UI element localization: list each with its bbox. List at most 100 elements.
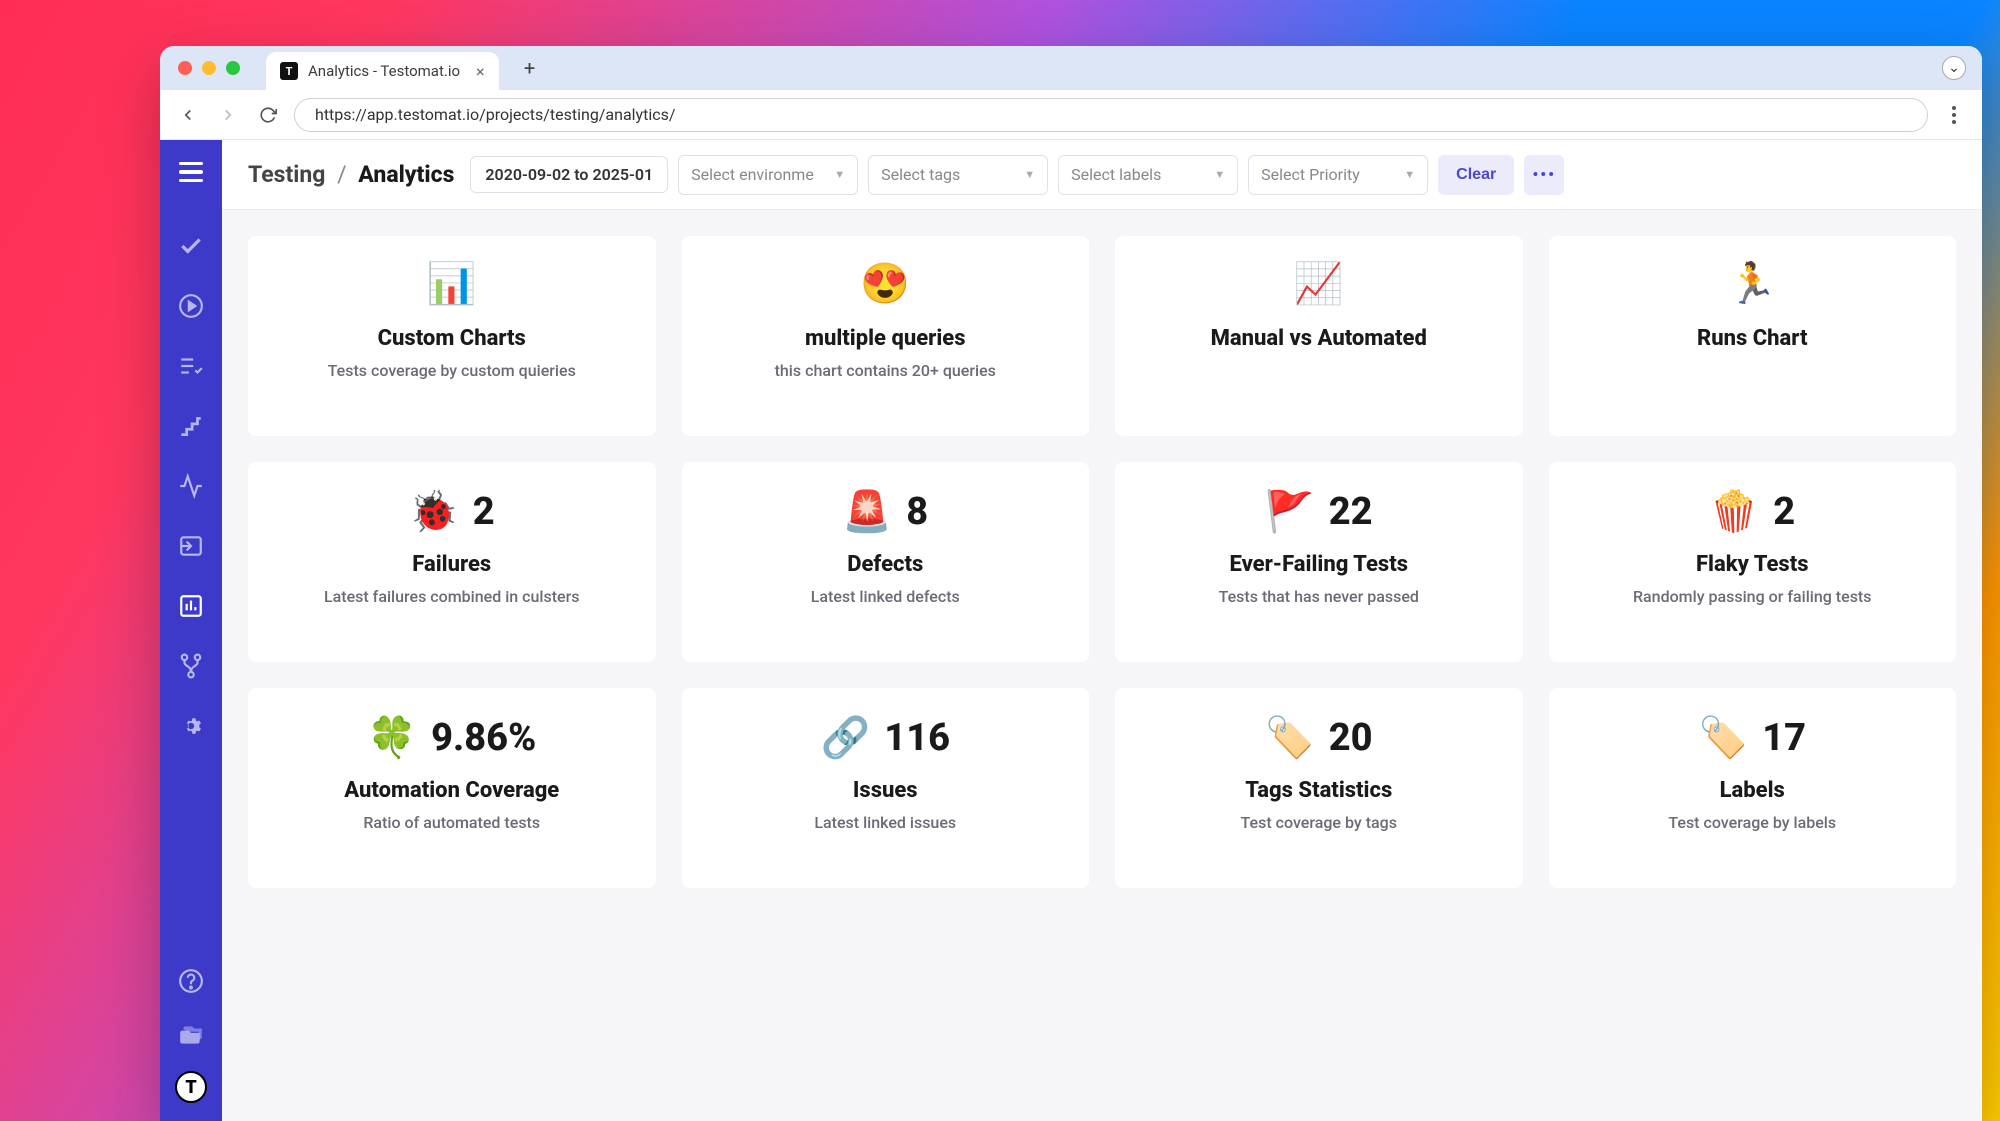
analytics-cards-grid: 📊 Custom Charts Tests coverage by custom… (222, 210, 1982, 914)
card-value: 2 (1773, 490, 1795, 534)
labels-filter[interactable]: Select labels ▼ (1058, 155, 1238, 195)
chevron-down-icon: ▼ (1024, 168, 1035, 181)
sidebar-item-runs[interactable] (173, 288, 209, 324)
bar-chart-icon: 📊 (427, 264, 477, 304)
branch-icon (178, 653, 204, 679)
browser-window: T Analytics - Testomat.io × + ⌄ https://… (160, 46, 1982, 1121)
breadcrumb-parent[interactable]: Testing (248, 161, 325, 188)
tab-title: Analytics - Testomat.io (308, 62, 460, 80)
reload-button[interactable] (254, 101, 282, 129)
card-runs-chart[interactable]: 🏃 Runs Chart (1549, 236, 1957, 436)
check-icon (178, 233, 204, 259)
tab-close-button[interactable]: × (476, 62, 485, 81)
card-subtitle: Randomly passing or failing tests (1633, 587, 1872, 606)
card-tags-statistics[interactable]: 🏷️ 20 Tags Statistics Test coverage by t… (1115, 688, 1523, 888)
environment-filter[interactable]: Select environme ▼ (678, 155, 858, 195)
labels-filter-placeholder: Select labels (1071, 165, 1161, 184)
card-value: 9.86% (431, 716, 536, 760)
window-maximize-button[interactable] (226, 61, 240, 75)
card-value: 8 (906, 490, 928, 534)
clear-filters-button[interactable]: Clear (1438, 155, 1514, 195)
card-subtitle: Tests coverage by custom quieries (328, 361, 576, 380)
main-content: Testing / Analytics 2020-09-02 to 2025-0… (222, 140, 1982, 1121)
card-multiple-queries[interactable]: 😍 multiple queries this chart contains 2… (682, 236, 1090, 436)
priority-filter[interactable]: Select Priority ▼ (1248, 155, 1428, 195)
browser-tab[interactable]: T Analytics - Testomat.io × (266, 52, 499, 90)
tabs-dropdown-button[interactable]: ⌄ (1942, 56, 1966, 80)
card-value: 22 (1329, 490, 1373, 534)
link-icon: 🔗 (820, 718, 870, 758)
siren-icon: 🚨 (842, 492, 892, 532)
chart-up-icon: 📈 (1294, 264, 1344, 304)
card-ever-failing[interactable]: 🚩 22 Ever-Failing Tests Tests that has n… (1115, 462, 1523, 662)
card-title: Ever-Failing Tests (1230, 552, 1409, 577)
label-icon: 🏷️ (1698, 718, 1748, 758)
sidebar-item-help[interactable] (173, 963, 209, 999)
app-logo[interactable]: T (175, 1071, 207, 1103)
card-defects[interactable]: 🚨 8 Defects Latest linked defects (682, 462, 1090, 662)
card-issues[interactable]: 🔗 116 Issues Latest linked issues (682, 688, 1090, 888)
runner-icon: 🏃 (1727, 264, 1777, 304)
popcorn-icon: 🍿 (1709, 492, 1759, 532)
card-title: Defects (847, 552, 923, 577)
card-value: 116 (884, 716, 950, 760)
card-automation-coverage[interactable]: 🍀 9.86% Automation Coverage Ratio of aut… (248, 688, 656, 888)
card-subtitle: Latest failures combined in culsters (324, 587, 580, 606)
card-title: Flaky Tests (1696, 552, 1809, 577)
flag-icon: 🚩 (1265, 492, 1315, 532)
new-tab-button[interactable]: + (515, 53, 545, 83)
card-title: Failures (412, 552, 491, 577)
sidebar-item-tests[interactable] (173, 228, 209, 264)
sidebar-item-branches[interactable] (173, 648, 209, 684)
back-button[interactable] (174, 101, 202, 129)
breadcrumb-current: Analytics (358, 161, 454, 188)
page-header: Testing / Analytics 2020-09-02 to 2025-0… (222, 140, 1982, 210)
card-subtitle: Latest linked defects (811, 587, 960, 606)
card-title: Custom Charts (378, 326, 526, 351)
more-actions-button[interactable]: ••• (1524, 155, 1564, 195)
sidebar-item-settings[interactable] (173, 708, 209, 744)
card-custom-charts[interactable]: 📊 Custom Charts Tests coverage by custom… (248, 236, 656, 436)
chevron-down-icon: ▼ (834, 168, 845, 181)
card-value: 2 (473, 490, 495, 534)
card-failures[interactable]: 🐞 2 Failures Latest failures combined in… (248, 462, 656, 662)
forward-button[interactable] (214, 101, 242, 129)
card-flaky-tests[interactable]: 🍿 2 Flaky Tests Randomly passing or fail… (1549, 462, 1957, 662)
sidebar-item-analytics[interactable] (173, 588, 209, 624)
card-title: Labels (1720, 778, 1785, 803)
window-controls (178, 61, 240, 75)
card-subtitle: Latest linked issues (814, 813, 956, 832)
tags-filter[interactable]: Select tags ▼ (868, 155, 1048, 195)
sidebar-menu-toggle[interactable] (173, 154, 209, 190)
sidebar-item-steps[interactable] (173, 408, 209, 444)
folders-icon (178, 1022, 204, 1048)
gear-icon (178, 713, 204, 739)
sidebar-item-pulse[interactable] (173, 468, 209, 504)
import-icon (178, 533, 204, 559)
environment-filter-placeholder: Select environme (691, 165, 814, 184)
window-minimize-button[interactable] (202, 61, 216, 75)
sidebar: T (160, 140, 222, 1121)
tag-icon: 🏷️ (1265, 718, 1315, 758)
card-labels[interactable]: 🏷️ 17 Labels Test coverage by labels (1549, 688, 1957, 888)
window-close-button[interactable] (178, 61, 192, 75)
date-range-picker[interactable]: 2020-09-02 to 2025-01 (470, 156, 668, 193)
browser-menu-button[interactable] (1940, 106, 1968, 124)
sidebar-item-import[interactable] (173, 528, 209, 564)
chart-icon (178, 593, 204, 619)
card-manual-vs-automated[interactable]: 📈 Manual vs Automated (1115, 236, 1523, 436)
priority-filter-placeholder: Select Priority (1261, 165, 1360, 184)
hamburger-icon (179, 162, 203, 183)
card-value: 20 (1329, 716, 1373, 760)
url-bar[interactable]: https://app.testomat.io/projects/testing… (294, 98, 1928, 132)
bug-icon: 🐞 (409, 492, 459, 532)
breadcrumb: Testing / Analytics (248, 161, 454, 188)
heart-eyes-icon: 😍 (860, 264, 910, 304)
card-subtitle: Tests that has never passed (1219, 587, 1419, 606)
card-title: Runs Chart (1697, 326, 1808, 351)
sidebar-item-plans[interactable] (173, 348, 209, 384)
browser-tab-strip: T Analytics - Testomat.io × + ⌄ (160, 46, 1982, 90)
browser-toolbar: https://app.testomat.io/projects/testing… (160, 90, 1982, 140)
tab-favicon-icon: T (280, 62, 298, 80)
sidebar-item-projects[interactable] (173, 1017, 209, 1053)
